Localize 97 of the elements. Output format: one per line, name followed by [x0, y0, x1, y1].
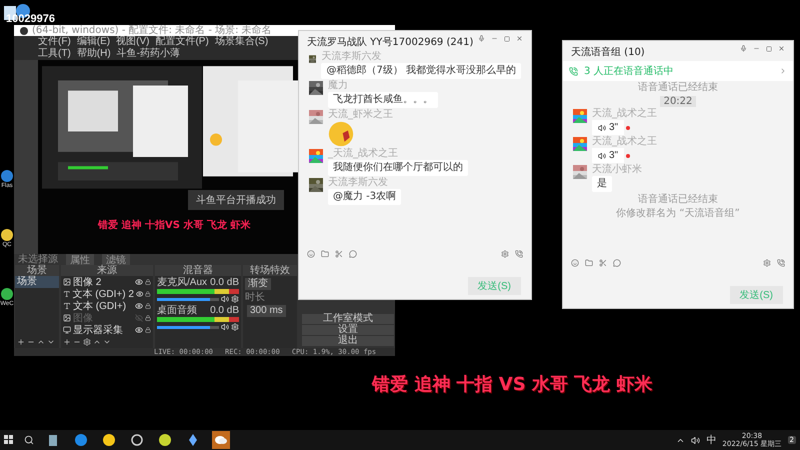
menu-item[interactable]: 视图(V) — [116, 36, 150, 48]
ball-icon[interactable] — [159, 434, 171, 446]
settings-icon[interactable] — [231, 295, 239, 303]
sender-name: 天流小虾米 — [592, 165, 642, 175]
duration-field[interactable]: 300 ms — [247, 305, 286, 317]
pin-icon[interactable] — [740, 45, 747, 52]
speaker-icon[interactable] — [221, 323, 229, 331]
control-button[interactable]: 工作室模式 — [302, 314, 394, 324]
transition-select[interactable]: 渐变 — [245, 278, 271, 290]
call-status: 3 人正在语音通话中 — [584, 64, 675, 78]
text-icon — [63, 290, 70, 298]
add-icon[interactable] — [17, 338, 25, 346]
pin-icon[interactable] — [478, 35, 485, 42]
volume-slider[interactable] — [157, 298, 219, 300]
system-notice: 你修改群名为 “天流语音组” — [616, 208, 740, 220]
up-icon[interactable] — [93, 338, 101, 346]
speaker-icon[interactable] — [221, 295, 229, 303]
timestamp: 20:22 — [660, 96, 696, 107]
down-icon[interactable] — [47, 338, 55, 346]
emoji-icon[interactable] — [571, 259, 579, 267]
room-number: 10029976 — [6, 13, 55, 25]
eye-icon[interactable] — [135, 302, 143, 310]
message-bubble: 是 — [592, 176, 612, 192]
call-icon[interactable] — [777, 259, 785, 267]
lock-icon[interactable] — [145, 315, 151, 321]
close-icon[interactable] — [778, 45, 785, 52]
display-icon — [63, 326, 71, 334]
maximize-icon[interactable] — [504, 36, 510, 42]
system-notice: 语音通话已经结束 — [638, 82, 718, 94]
chat-icon[interactable] — [613, 259, 621, 267]
desktop-icon[interactable] — [1, 170, 13, 182]
source-item[interactable]: 图像 2 — [73, 275, 133, 289]
source-label: 未选择源 — [18, 254, 58, 265]
control-button[interactable]: 设置 — [302, 325, 394, 335]
menu-item[interactable]: 斗鱼-药药小薄 — [116, 48, 180, 60]
add-icon[interactable] — [63, 338, 71, 346]
chevron-icon — [779, 67, 787, 75]
eye-icon[interactable] — [135, 326, 143, 334]
eye-icon[interactable] — [135, 278, 143, 286]
volume-icon[interactable] — [691, 436, 700, 444]
up-icon[interactable] — [37, 338, 45, 346]
menu-item[interactable]: 工具(T) — [38, 48, 71, 60]
close-icon[interactable] — [516, 35, 523, 42]
sound-icon — [598, 152, 606, 160]
lock-icon[interactable] — [145, 327, 151, 333]
menu-item[interactable]: 编辑(E) — [76, 36, 110, 48]
chat-title: 天流语音组 (10) — [571, 46, 645, 59]
channel-name: 桌面音频 — [157, 305, 197, 316]
db-reading: 0.0 dB — [210, 277, 239, 288]
image-icon — [63, 314, 71, 322]
call-icon[interactable] — [515, 250, 523, 258]
start-icon[interactable] — [4, 435, 14, 445]
dock-title: 场景 — [15, 265, 59, 276]
source-item[interactable]: 文本 (GDI+) 2 — [72, 287, 134, 301]
menu-item[interactable]: 文件(F) — [38, 36, 71, 48]
dock-title: 混音器 — [155, 265, 241, 276]
dock-title: 来源 — [61, 265, 153, 276]
dock-title: 转场特效 — [243, 265, 297, 276]
menu-item[interactable]: 配置文件(P) — [155, 36, 209, 48]
scene-item[interactable]: 场景 — [15, 276, 59, 288]
source-item[interactable]: 显示器采集 — [73, 323, 133, 337]
sound-icon — [598, 124, 606, 132]
lock-icon[interactable] — [145, 279, 151, 285]
input-method[interactable]: 中 — [706, 433, 716, 447]
menu-item[interactable]: 帮助(H) — [76, 48, 111, 60]
maximize-icon[interactable] — [766, 46, 772, 52]
browser-icon[interactable] — [75, 434, 87, 446]
channel-name: 麦克风/Aux — [157, 277, 208, 288]
desktop-icon[interactable] — [1, 288, 13, 300]
settings-icon[interactable] — [83, 338, 91, 346]
control-button[interactable]: 退出 — [302, 336, 394, 346]
text-icon — [63, 302, 71, 310]
image-icon — [63, 278, 71, 286]
search-icon[interactable] — [24, 435, 34, 445]
folder-icon[interactable] — [585, 259, 593, 267]
menu-item[interactable]: 场景集合(S) — [214, 36, 268, 48]
sender-name: 天流_战术之王 — [592, 137, 657, 147]
voice-message[interactable]: 3" — [592, 120, 624, 135]
db-reading: 0.0 dB — [210, 305, 239, 316]
lock-icon[interactable] — [145, 303, 151, 309]
desktop-icon[interactable] — [1, 229, 13, 241]
settings-icon[interactable] — [231, 323, 239, 331]
down-icon[interactable] — [103, 338, 111, 346]
window-title: (64-bit, windows) - 配置文件: 未命名 - 场景: 未命名 — [32, 25, 272, 36]
source-item[interactable]: 文本 (GDI+) — [73, 299, 133, 313]
eye-icon[interactable] — [136, 290, 144, 298]
system-notice: 语音通话已经结束 — [638, 194, 718, 206]
duration-label: 时长 — [245, 292, 266, 303]
voice-message[interactable]: 3" — [592, 148, 624, 163]
volume-slider[interactable] — [157, 326, 219, 328]
sender-name: 天流_战术之王 — [592, 109, 657, 119]
chat-title: 天流罗马战队 YY号17002969 (241) — [307, 36, 474, 49]
chat-app-icon[interactable] — [215, 435, 227, 445]
lock-icon[interactable] — [145, 291, 151, 297]
scissors-icon[interactable] — [599, 259, 607, 267]
phone-icon — [569, 66, 578, 76]
caption-text: 错爱 追神 十指 VS 水哥 飞龙 虾米 — [372, 373, 652, 396]
